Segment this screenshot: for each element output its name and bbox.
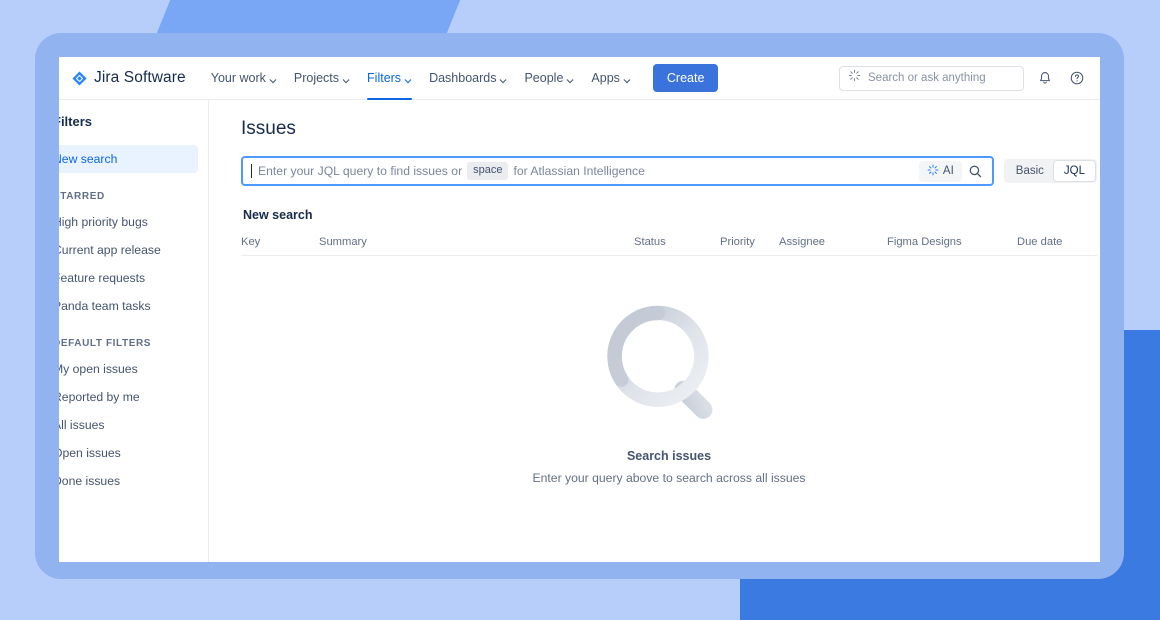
global-search-input[interactable]	[868, 72, 1015, 84]
jql-actions: AI	[918, 159, 988, 183]
sidebar-section-default-filters: DEFAULT FILTERS	[59, 338, 152, 349]
jql-placeholder-pre: Enter your JQL query to find issues or	[258, 164, 463, 178]
ai-sparkle-icon	[927, 164, 939, 179]
jql-placeholder: Enter your JQL query to find issues or s…	[251, 162, 919, 180]
sidebar-section-starred: STARRED	[59, 191, 105, 202]
nav-item-filters[interactable]: Filters	[360, 57, 419, 100]
sidebar-item-my-open-issues[interactable]: My open issues	[59, 355, 208, 383]
mode-option-jql[interactable]: JQL	[1053, 161, 1095, 181]
sidebar-item-high-priority-bugs[interactable]: High priority bugs	[59, 208, 208, 236]
nav-item-label: Your work	[210, 70, 266, 85]
nav-item-dashboards[interactable]: Dashboards	[422, 57, 514, 100]
help-button[interactable]	[1066, 67, 1088, 89]
create-button[interactable]: Create	[652, 64, 719, 92]
jql-placeholder-post: for Atlassian Intelligence	[513, 164, 645, 178]
column-header-summary[interactable]: Summary	[319, 236, 634, 248]
nav-items: Your work Projects Filters Dashboards Pe…	[204, 57, 719, 100]
jql-search-row: Enter your JQL query to find issues or s…	[241, 156, 1097, 186]
column-header-assignee[interactable]: Assignee	[779, 236, 887, 248]
sidebar-item-reported-by-me[interactable]: Reported by me	[59, 383, 208, 411]
ai-sparkle-icon	[848, 69, 861, 87]
sidebar-item-panda-team-tasks[interactable]: Panda team tasks	[59, 292, 208, 320]
column-header-priority[interactable]: Priority	[720, 236, 779, 248]
nav-item-label: Dashboards	[429, 70, 497, 85]
jql-query-input[interactable]: Enter your JQL query to find issues or s…	[241, 156, 994, 186]
sidebar-item-all-issues[interactable]: All issues	[59, 411, 208, 439]
sidebar-item-new-search[interactable]: New search	[59, 145, 198, 173]
nav-item-label: People	[524, 70, 564, 85]
nav-item-label: Apps	[591, 70, 620, 85]
chevron-down-icon	[404, 74, 412, 84]
chevron-down-icon	[499, 74, 507, 84]
issues-table-header: Key Summary Status Priority Assignee Fig…	[241, 236, 1097, 256]
sidebar-item-feature-requests[interactable]: Feature requests	[59, 264, 208, 292]
jql-search-button[interactable]	[964, 159, 988, 183]
text-cursor	[251, 164, 252, 178]
chevron-down-icon	[566, 74, 574, 84]
nav-item-apps[interactable]: Apps	[584, 57, 638, 100]
nav-right-actions	[839, 65, 1088, 91]
sidebar-item-open-issues[interactable]: Open issues	[59, 439, 208, 467]
column-header-status[interactable]: Status	[634, 236, 720, 248]
app-body: Filters New search STARRED High priority…	[59, 100, 1100, 562]
jira-logo-icon	[72, 70, 87, 86]
column-header-figma-designs[interactable]: Figma Designs	[887, 236, 1017, 248]
result-set-title: New search	[243, 208, 313, 222]
magnifying-glass-illustration	[602, 302, 737, 433]
mode-option-basic[interactable]: Basic	[1006, 161, 1054, 181]
empty-state-subtitle: Enter your query above to search across …	[532, 471, 806, 485]
issues-main-panel: Issues Enter your JQL query to find issu…	[209, 100, 1100, 562]
nav-item-your-work[interactable]: Your work	[204, 57, 284, 100]
chevron-down-icon	[269, 74, 277, 84]
sidebar-item-current-app-release[interactable]: Current app release	[59, 236, 208, 264]
sidebar-title: Filters	[59, 114, 93, 129]
jira-brand[interactable]: Jira Software	[69, 69, 186, 87]
query-mode-toggle: Basic JQL	[1003, 159, 1097, 183]
nav-item-projects[interactable]: Projects	[287, 57, 357, 100]
nav-item-label: Projects	[293, 70, 340, 85]
ai-button-label: AI	[942, 165, 954, 177]
nav-item-label: Filters	[367, 70, 402, 85]
chevron-down-icon	[623, 74, 631, 84]
ai-assist-button[interactable]: AI	[918, 160, 962, 182]
empty-state: Search issues Enter your query above to …	[241, 302, 1097, 485]
jira-app-window: Jira Software Your work Projects Filters	[59, 57, 1100, 562]
nav-item-people[interactable]: People	[517, 57, 581, 100]
empty-state-title: Search issues	[626, 449, 712, 463]
column-header-due-date[interactable]: Due date	[1017, 236, 1097, 248]
brand-label: Jira Software	[94, 69, 186, 86]
chevron-down-icon	[342, 74, 350, 84]
sidebar-item-done-issues[interactable]: Done issues	[59, 467, 208, 495]
page-title: Issues	[241, 118, 296, 139]
top-navigation-bar: Jira Software Your work Projects Filters	[59, 57, 1100, 100]
global-search-box[interactable]	[839, 65, 1024, 91]
notifications-button[interactable]	[1034, 67, 1056, 89]
filters-sidebar: Filters New search STARRED High priority…	[59, 100, 209, 562]
column-header-key[interactable]: Key	[241, 236, 319, 248]
space-key-chip: space	[467, 162, 509, 180]
